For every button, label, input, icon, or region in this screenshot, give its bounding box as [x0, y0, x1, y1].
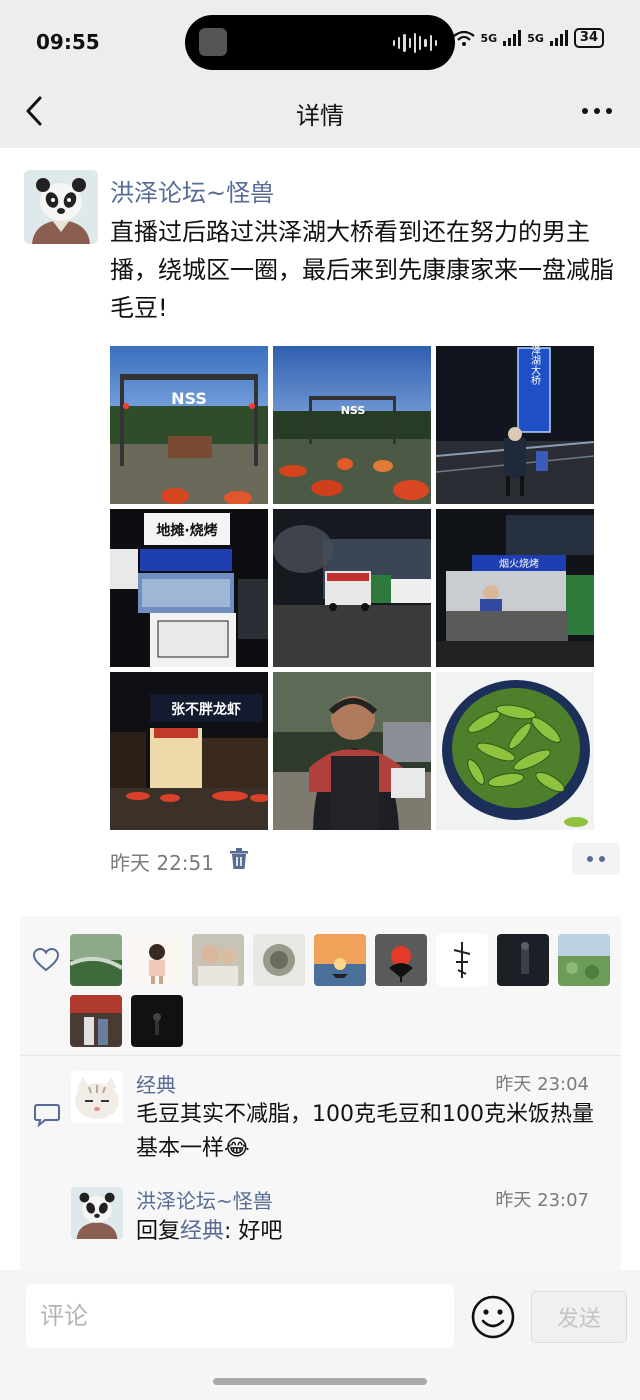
comment-time: 昨天 23:04 [495, 1074, 589, 1095]
system-icons: 5G 5G 34 [452, 28, 604, 48]
photo-crayfish-shop[interactable]: 张不胖龙虾 [110, 672, 268, 830]
like-comment-menu-button[interactable] [572, 843, 620, 875]
comment-text[interactable]: 毛豆其实不减脂，100克毛豆和100克米饭热量基本一样😂 [136, 1098, 606, 1166]
photo-bridge-night[interactable]: 洪泽湖大桥 [436, 346, 594, 504]
media-thumbnail [199, 28, 227, 56]
dynamic-island[interactable] [185, 15, 455, 70]
liker-avatar[interactable] [497, 934, 549, 986]
liker-avatar[interactable] [375, 934, 427, 986]
comment-input[interactable] [26, 1284, 454, 1348]
liker-avatar[interactable] [131, 934, 183, 986]
post-text: 直播过后路过洪泽湖大桥看到还在努力的男主播，绕城区一圈，最后来到先康康家来一盘减… [110, 218, 614, 322]
reply-body: : 好吧 [224, 1219, 283, 1244]
photo-sign-text: 地摊·烧烤 [156, 522, 217, 539]
liker-avatar[interactable] [558, 934, 610, 986]
photo-edamame-plate[interactable] [436, 672, 594, 830]
network-label-2: 5G [527, 31, 544, 45]
smile-icon[interactable] [470, 1294, 516, 1340]
trash-icon[interactable] [229, 847, 249, 871]
photo-street-night[interactable] [273, 509, 431, 667]
signal-icon [549, 30, 568, 46]
network-label-1: 5G [480, 31, 498, 45]
photo-grid: NSS NSS 洪泽湖大桥 地摊·烧烤 烟火烧烤 张不胖龙虾 [110, 346, 594, 830]
send-button[interactable]: 发送 [531, 1291, 627, 1343]
status-bar: 09:55 5G 5G 34 [0, 0, 640, 74]
post-time: 昨天 22:51 [110, 851, 214, 875]
more-dots-icon[interactable] [582, 108, 612, 114]
home-indicator[interactable] [213, 1378, 427, 1385]
commenter-avatar[interactable] [71, 1071, 123, 1123]
status-time: 09:55 [36, 30, 100, 54]
liker-avatar[interactable] [70, 995, 122, 1047]
liker-avatar[interactable] [436, 934, 488, 986]
author-name[interactable]: 洪泽论坛~怪兽 [110, 173, 274, 208]
liker-avatar[interactable] [70, 934, 122, 986]
wifi-icon [452, 30, 475, 46]
heart-icon [33, 948, 59, 972]
commenter-avatar[interactable] [71, 1187, 123, 1239]
signal-icon [503, 30, 522, 46]
liker-avatar[interactable] [131, 995, 183, 1047]
reply-to-name[interactable]: 经典 [180, 1219, 224, 1244]
liker-avatars [70, 934, 610, 1047]
audio-wave-icon [393, 32, 437, 54]
comment-icon [34, 1104, 60, 1127]
photo-sign-text: 洪泽湖大桥 [529, 346, 541, 386]
photo-sign-text: NSS [171, 389, 207, 408]
photo-vendor-portrait[interactable] [273, 672, 431, 830]
comment-time: 昨天 23:07 [495, 1190, 589, 1211]
page-title: 详情 [296, 102, 344, 130]
photo-sign-text: NSS [341, 404, 366, 417]
liker-avatar[interactable] [314, 934, 366, 986]
commenter-name[interactable]: 洪泽论坛~怪兽 [136, 1185, 273, 1214]
photo-food-cart[interactable]: 烟火烧烤 [436, 509, 594, 667]
reply-prefix: 回复 [136, 1219, 181, 1244]
photo-stage-wide[interactable]: NSS [273, 346, 431, 504]
nav-header: 详情 [0, 74, 640, 148]
divider [20, 1055, 621, 1056]
photo-bbq-stall[interactable]: 地摊·烧烤 [110, 509, 268, 667]
liker-avatar[interactable] [253, 934, 305, 986]
comment-reply-text[interactable]: 回复经典: 好吧 [136, 1215, 606, 1249]
commenter-name[interactable]: 经典 [136, 1069, 176, 1098]
photo-sign-text: 烟火烧烤 [499, 557, 539, 570]
battery-indicator: 34 [573, 28, 604, 48]
author-avatar[interactable] [24, 170, 98, 244]
liker-avatar[interactable] [192, 934, 244, 986]
photo-stage-nss[interactable]: NSS [110, 346, 268, 504]
photo-sign-text: 张不胖龙虾 [171, 701, 241, 718]
